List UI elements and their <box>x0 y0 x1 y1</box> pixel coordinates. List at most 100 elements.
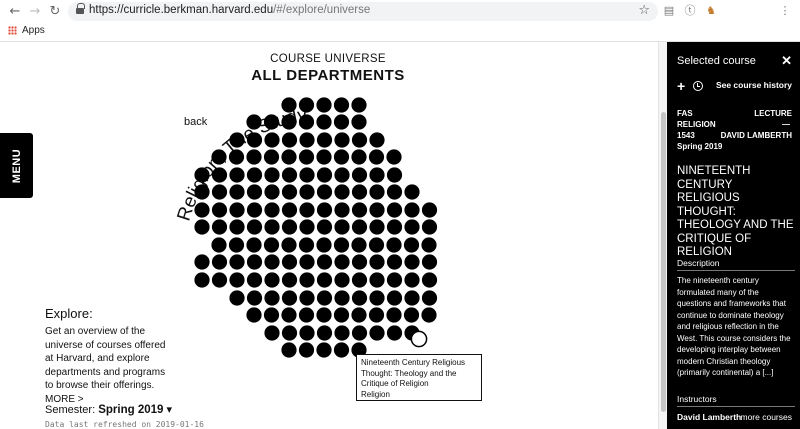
course-dot[interactable] <box>246 254 263 270</box>
course-dot[interactable] <box>386 184 403 200</box>
course-dot[interactable] <box>194 184 210 200</box>
extension-camel-icon[interactable]: ♞ <box>704 4 718 18</box>
course-dot[interactable] <box>351 290 368 306</box>
course-dot[interactable] <box>281 149 297 165</box>
browser-menu-icon[interactable]: ⋮ <box>778 4 792 18</box>
course-dot[interactable] <box>211 167 228 183</box>
course-dot[interactable] <box>299 202 315 218</box>
course-dot[interactable] <box>404 184 420 200</box>
course-dot[interactable] <box>334 184 350 200</box>
course-dot[interactable] <box>316 342 332 358</box>
course-dot[interactable] <box>281 184 298 200</box>
course-dot[interactable] <box>369 184 385 200</box>
course-dot[interactable] <box>386 149 402 165</box>
course-dot[interactable] <box>298 342 315 358</box>
course-dot[interactable] <box>229 202 245 218</box>
course-dot[interactable] <box>229 167 245 183</box>
course-dot[interactable] <box>246 237 262 253</box>
page-scrollbar[interactable] <box>658 42 667 429</box>
course-dot[interactable] <box>263 307 280 323</box>
course-dot[interactable] <box>334 254 350 270</box>
course-dot[interactable] <box>316 149 332 165</box>
course-dot[interactable] <box>369 219 385 235</box>
course-dot[interactable] <box>368 307 385 323</box>
course-dot[interactable] <box>316 290 333 306</box>
course-dot[interactable] <box>246 272 263 288</box>
course-dot[interactable] <box>281 254 298 270</box>
course-dot[interactable] <box>194 219 210 235</box>
course-dot[interactable] <box>351 149 367 165</box>
course-dot[interactable] <box>211 149 227 165</box>
extension-translate-icon[interactable]: ⓣ <box>683 4 697 18</box>
course-dot[interactable] <box>351 202 368 218</box>
course-history-link[interactable]: See course history <box>716 80 792 90</box>
semester-selector[interactable]: Semester: Spring 2019 ▾ <box>45 403 172 416</box>
course-dot[interactable] <box>334 325 350 341</box>
course-dot[interactable] <box>386 219 403 235</box>
course-dot[interactable] <box>264 167 280 183</box>
course-dot[interactable] <box>229 184 245 200</box>
extension-doc-icon[interactable]: ▤ <box>662 4 676 18</box>
course-dot[interactable] <box>228 237 245 253</box>
more-courses-link[interactable]: more courses <box>741 412 793 422</box>
course-dot[interactable] <box>281 237 297 253</box>
instructor-name[interactable]: David Lamberth <box>677 412 741 422</box>
clock-icon[interactable] <box>693 81 703 91</box>
course-dot[interactable] <box>316 237 332 253</box>
course-dot[interactable] <box>211 254 228 270</box>
course-dot[interactable] <box>281 132 298 148</box>
course-dot[interactable] <box>229 219 245 235</box>
course-dot[interactable] <box>369 202 385 218</box>
course-dot[interactable] <box>351 184 368 200</box>
course-dot[interactable] <box>299 325 315 341</box>
selected-course-dot[interactable] <box>410 330 428 348</box>
course-dot[interactable] <box>316 132 333 148</box>
course-dot[interactable] <box>369 325 385 341</box>
course-dot[interactable] <box>351 167 368 183</box>
course-dot[interactable] <box>334 167 350 183</box>
add-course-icon[interactable]: + <box>677 78 685 94</box>
course-dot[interactable] <box>316 254 333 270</box>
forward-arrow-icon[interactable]: → <box>26 4 44 20</box>
course-dot[interactable] <box>421 202 438 218</box>
course-dot[interactable] <box>264 184 280 200</box>
course-dot[interactable] <box>368 149 385 165</box>
course-dot[interactable] <box>281 307 297 323</box>
course-dot[interactable] <box>316 97 332 113</box>
course-dot[interactable] <box>299 167 315 183</box>
course-dot[interactable] <box>404 272 420 288</box>
course-dot[interactable] <box>211 272 228 288</box>
course-dot[interactable] <box>246 114 262 130</box>
course-dot[interactable] <box>404 254 420 270</box>
course-dot[interactable] <box>246 219 263 235</box>
course-dot[interactable] <box>333 237 350 253</box>
course-dot[interactable] <box>264 202 280 218</box>
course-dot[interactable] <box>386 272 403 288</box>
course-dot[interactable] <box>229 132 245 148</box>
course-dot[interactable] <box>421 237 437 253</box>
course-dot[interactable] <box>229 290 245 306</box>
course-dot[interactable] <box>386 202 403 218</box>
course-dot[interactable] <box>316 114 332 130</box>
course-dot[interactable] <box>299 219 315 235</box>
course-dot[interactable] <box>404 219 420 235</box>
back-arrow-icon[interactable]: ← <box>6 4 24 20</box>
course-dot[interactable] <box>333 342 350 358</box>
course-dot[interactable] <box>333 97 350 113</box>
course-dot[interactable] <box>194 254 210 270</box>
course-dot[interactable] <box>368 237 385 253</box>
course-dot[interactable] <box>386 167 403 183</box>
course-dot[interactable] <box>316 307 332 323</box>
course-dot[interactable] <box>211 202 228 218</box>
course-dot[interactable] <box>246 184 263 200</box>
course-dot[interactable] <box>316 272 333 288</box>
course-dot[interactable] <box>404 290 420 306</box>
course-dot[interactable] <box>264 290 280 306</box>
course-dot[interactable] <box>299 272 315 288</box>
course-dot[interactable] <box>281 219 298 235</box>
course-dot[interactable] <box>298 114 315 130</box>
course-dot[interactable] <box>421 290 438 306</box>
bookmark-apps[interactable]: Apps <box>8 25 45 36</box>
course-dot[interactable] <box>421 307 437 323</box>
course-dot[interactable] <box>403 237 420 253</box>
